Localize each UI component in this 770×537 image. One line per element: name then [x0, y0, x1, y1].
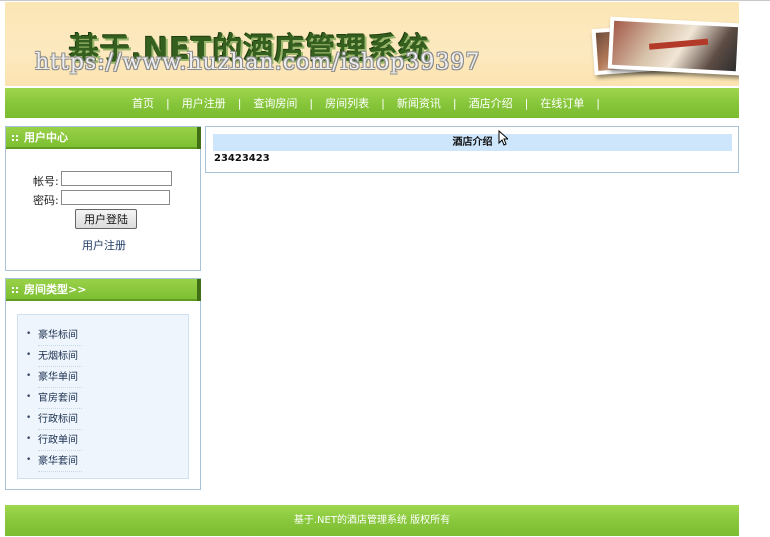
nav-user-register[interactable]: 用户注册 [182, 95, 226, 111]
content-text: 23423423 [214, 153, 270, 164]
account-row: 帐号: [6, 171, 200, 189]
room-type-item[interactable]: • 行政单间 [26, 431, 82, 451]
bullet-icon: • [26, 392, 32, 402]
room-type-item[interactable]: • 无烟标间 [26, 347, 82, 367]
nav-news[interactable]: 新闻资讯 [397, 95, 441, 111]
room-type-label: 行政单间 [38, 435, 78, 446]
user-center-title: 用户中心 [24, 131, 68, 144]
login-button[interactable]: 用户登陆 [75, 209, 137, 229]
top-border-line [0, 0, 770, 1]
register-link[interactable]: 用户注册 [82, 237, 126, 253]
nav-separator: | [596, 96, 601, 110]
room-type-label: 官房套间 [38, 393, 78, 404]
user-center-header: 用户中心 [6, 127, 201, 149]
bullet-icon: • [26, 350, 32, 360]
account-label: 帐号: [33, 175, 59, 188]
nav-home[interactable]: 首页 [132, 95, 154, 111]
room-type-label: 行政标间 [38, 414, 78, 425]
bullet-icon: • [26, 455, 32, 465]
account-input[interactable] [61, 171, 172, 186]
room-type-item[interactable]: • 官房套间 [26, 389, 82, 409]
hotel-room-photo-image [607, 16, 739, 76]
nav-separator: | [452, 96, 457, 110]
room-type-item[interactable]: • 豪华套间 [26, 452, 82, 472]
nav-separator: | [165, 96, 170, 110]
bullet-icon: • [26, 371, 32, 381]
room-type-item[interactable]: • 豪华单间 [26, 368, 82, 388]
nav-search-rooms[interactable]: 查询房间 [253, 95, 297, 111]
password-input[interactable] [61, 190, 170, 205]
nav-room-list[interactable]: 房间列表 [325, 95, 369, 111]
password-row: 密码: [6, 190, 200, 208]
room-types-header: 房间类型>> [6, 279, 201, 301]
watermark-text: https://www.huzhan.com/ishop39397 [35, 50, 481, 75]
room-type-item[interactable]: • 行政标间 [26, 410, 82, 430]
bullet-icon: • [26, 434, 32, 444]
room-type-item[interactable]: • 豪华标间 [26, 326, 82, 346]
room-type-list: • 豪华标间 • 无烟标间 • 豪华单间 • 官房套间 • 行政标间 • 行政单间 • 豪华套… [17, 314, 189, 479]
room-type-label: 无烟标间 [38, 351, 78, 362]
nav-separator: | [237, 96, 242, 110]
nav-separator: | [524, 96, 529, 110]
user-center-panel: 用户中心 帐号: 密码: 用户登陆 用户注册 [5, 126, 201, 271]
grid-dots-icon [12, 287, 18, 293]
main-nav: 首页 | 用户注册 | 查询房间 | 房间列表 | 新闻资讯 | 酒店介绍 | … [5, 88, 739, 118]
room-type-label: 豪华单间 [38, 372, 78, 383]
room-type-label: 豪华标间 [38, 330, 78, 341]
nav-hotel-intro[interactable]: 酒店介绍 [469, 95, 513, 111]
nav-online-orders[interactable]: 在线订单 [540, 95, 584, 111]
grid-dots-icon [12, 135, 18, 141]
mouse-cursor-icon [498, 130, 508, 146]
content-heading: 酒店介绍 [213, 134, 732, 151]
bullet-icon: • [26, 413, 32, 423]
room-types-title: 房间类型>> [24, 283, 87, 296]
copyright-text: 基于.NET的酒店管理系统 版权所有 [293, 515, 451, 526]
nav-separator: | [309, 96, 314, 110]
nav-separator: | [381, 96, 385, 110]
header-banner: 基于.NET的酒店管理系统 https://www.huzhan.com/ish… [5, 2, 739, 86]
footer: 基于.NET的酒店管理系统 版权所有 [5, 505, 739, 536]
main-content-panel: 酒店介绍 23423423 [205, 126, 739, 173]
room-type-label: 豪华套间 [38, 456, 78, 467]
bullet-icon: • [26, 329, 32, 339]
password-label: 密码: [33, 194, 59, 207]
room-types-panel: 房间类型>> • 豪华标间 • 无烟标间 • 豪华单间 • 官房套间 • 行政标间 • 行政… [5, 278, 201, 490]
